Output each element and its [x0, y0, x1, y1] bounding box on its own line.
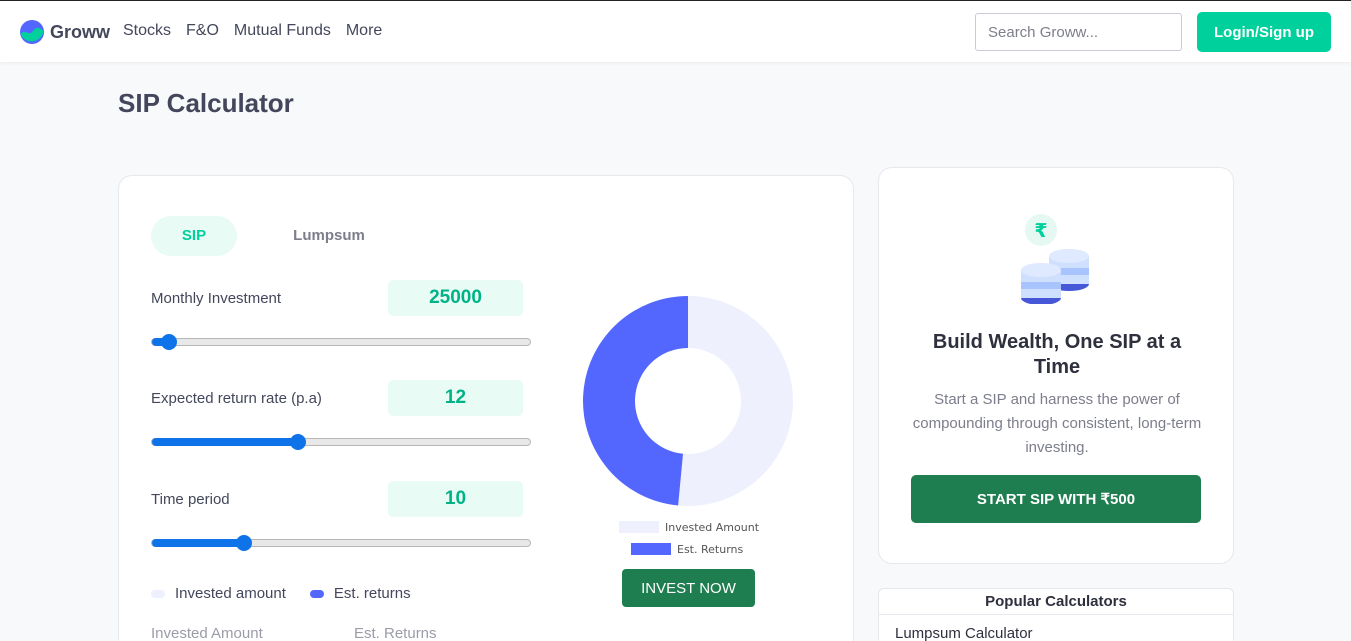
chart-legend-swatch: [619, 521, 659, 533]
slider-fill: [152, 438, 298, 446]
return-rate-label: Expected return rate (p.a): [151, 390, 322, 407]
brand-name: Groww: [50, 21, 111, 42]
chart-legend-swatch: [631, 543, 671, 555]
time-period-slider[interactable]: [151, 535, 531, 551]
slider-thumb[interactable]: [235, 535, 252, 551]
legend-invested: Invested amount: [175, 585, 286, 602]
tab-sip[interactable]: SIP: [151, 216, 237, 256]
slider-thumb[interactable]: [161, 334, 177, 350]
donut-slice-invested: [678, 296, 793, 506]
summary-returns-label: Est. Returns: [354, 625, 437, 641]
donut-slice-returns: [582, 296, 688, 506]
login-signup-button[interactable]: Login/Sign up: [1197, 12, 1331, 52]
nav-mutual-funds[interactable]: Mutual Funds: [234, 22, 331, 40]
chart-legend-label: Invested Amount: [665, 520, 760, 534]
chart-legend-item: Invested Amount: [619, 516, 759, 538]
top-navbar: Groww Stocks F&O Mutual Funds More Login…: [0, 0, 1351, 62]
promo-card: ₹ Build Wealth, One SIP at a Time Start …: [878, 167, 1234, 564]
return-rate-slider[interactable]: [151, 434, 531, 450]
search-input[interactable]: [975, 13, 1182, 51]
promo-title: Build Wealth, One SIP at a Time: [932, 331, 1182, 378]
chart-legend-label: Est. Returns: [677, 542, 744, 556]
invest-now-button[interactable]: INVEST NOW: [622, 569, 755, 607]
slider-thumb[interactable]: [289, 434, 306, 450]
brand[interactable]: Groww: [19, 19, 110, 45]
time-period-label: Time period: [151, 491, 230, 508]
nav-fno[interactable]: F&O: [186, 22, 219, 40]
time-period-value[interactable]: 10: [388, 481, 523, 517]
invested-dot: [151, 589, 165, 598]
sip-donut-chart: [582, 296, 793, 506]
nav-stocks[interactable]: Stocks: [123, 22, 171, 40]
monthly-investment-label: Monthly Investment: [151, 290, 282, 307]
groww-logo-icon: [20, 20, 44, 44]
calculator-legend: Invested amount Est. returns: [151, 585, 411, 602]
summary-invested-label: Invested Amount: [151, 625, 263, 641]
svg-text:₹: ₹: [1034, 220, 1047, 242]
rupee-coins-icon: ₹: [1021, 214, 1089, 304]
monthly-investment-slider[interactable]: [151, 334, 531, 350]
start-sip-button[interactable]: START SIP WITH ₹500: [911, 475, 1201, 523]
popular-calculators-title: Popular Calculators: [879, 589, 1233, 615]
donut-svg: [582, 296, 793, 506]
nav-more[interactable]: More: [346, 22, 382, 40]
main-nav: Stocks F&O Mutual Funds More: [123, 22, 397, 40]
chart-legend-item: Est. Returns: [619, 538, 759, 560]
return-rate-value[interactable]: 12: [388, 380, 523, 416]
slider-fill: [152, 539, 244, 547]
promo-text: Start a SIP and harness the power of com…: [912, 391, 1202, 456]
monthly-investment-value[interactable]: 25000: [388, 280, 523, 316]
legend-returns: Est. returns: [333, 585, 411, 602]
popular-calculators: Popular Calculators Lumpsum Calculator: [878, 588, 1234, 641]
page-title: SIP Calculator: [118, 88, 294, 118]
calculator-card: SIP Lumpsum Monthly Investment 25000 Exp…: [118, 175, 854, 641]
chart-legend: Invested Amount Est. Returns: [619, 516, 759, 560]
tab-lumpsum[interactable]: Lumpsum: [269, 216, 389, 256]
popular-calculator-link[interactable]: Lumpsum Calculator: [879, 615, 1233, 641]
returns-dot: [309, 589, 324, 598]
